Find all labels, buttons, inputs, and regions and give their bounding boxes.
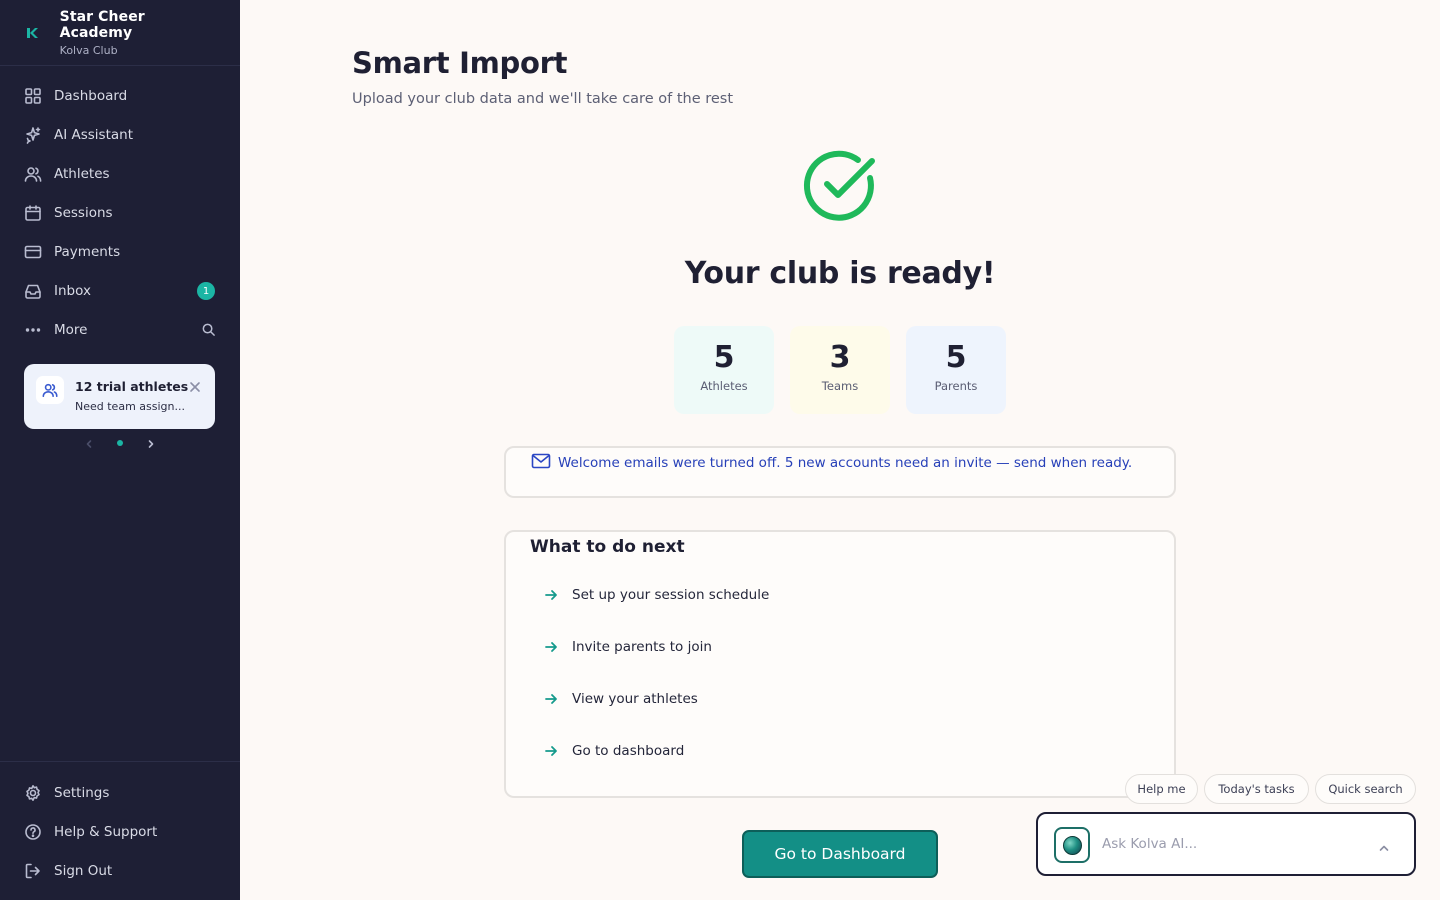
chip-help-me[interactable]: Help me [1125,774,1198,804]
calendar-icon [25,204,41,221]
carousel-prev-button[interactable] [84,434,94,453]
sidebar-item-settings[interactable]: Settings [0,773,240,812]
search-icon [202,323,215,336]
next-step-label: Invite parents to join [572,639,712,655]
club-subtitle: Kolva Club [59,43,118,57]
next-step-go-dashboard[interactable]: Go to dashboard [544,743,684,759]
users-icon [36,376,64,404]
card-carousel-controls [84,436,156,450]
success-check-icon [803,150,875,221]
trial-card-subtitle: Need team assign... [75,400,185,413]
sidebar-item-label: More [54,321,88,338]
ask-ai-input-box[interactable]: Ask Kolva AI... [1036,812,1416,876]
stat-card-teams: 3 Teams [790,326,890,414]
sidebar-item-athletes[interactable]: Athletes [0,154,240,193]
help-circle-icon [25,823,41,840]
carousel-dot-active[interactable] [117,440,123,446]
notice-text[interactable]: Welcome emails were turned off. 5 new ac… [558,455,1132,471]
stat-label: Athletes [700,379,748,393]
chip-todays-tasks[interactable]: Today's tasks [1204,774,1309,804]
brand-header[interactable]: Star Cheer Academy Kolva Club [0,0,240,66]
dashboard-grid-icon [25,87,41,104]
mail-icon [531,453,551,469]
chip-quick-search[interactable]: Quick search [1315,774,1416,804]
users-icon [24,166,42,182]
kolva-logo-icon [20,21,44,45]
stat-value: 5 [945,340,967,375]
next-steps-title: What to do next [530,537,685,557]
club-name: Star Cheer Academy [59,8,145,41]
sparkles-icon [26,126,41,144]
sidebar: Star Cheer Academy Kolva Club Dashboard … [0,0,240,900]
sidebar-item-sign-out[interactable]: Sign Out [0,851,240,890]
next-step-view-athletes[interactable]: View your athletes [544,691,698,707]
next-step-invite-parents[interactable]: Invite parents to join [544,639,712,655]
go-to-dashboard-button[interactable]: Go to Dashboard [742,830,938,878]
sidebar-item-sessions[interactable]: Sessions [0,193,240,232]
next-step-label: Set up your session schedule [572,587,770,603]
sidebar-item-help-support[interactable]: Help & Support [0,812,240,851]
sidebar-item-label: Help & Support [54,823,158,840]
stat-label: Parents [934,379,978,393]
page-subtitle: Upload your club data and we'll take car… [352,91,734,107]
close-trial-card-button[interactable] [189,378,201,392]
arrow-right-icon [545,642,557,652]
chevron-up-icon [1379,845,1389,851]
arrow-right-icon [545,694,557,704]
sidebar-item-more[interactable]: More [0,310,240,349]
carousel-next-button[interactable] [146,434,156,453]
more-dots-icon [25,327,41,332]
expand-assistant-button[interactable] [1378,839,1390,851]
arrow-right-icon [545,746,557,756]
next-steps-card: What to do next Set up your session sche… [504,530,1176,798]
chevron-left-icon [86,439,92,448]
stat-label: Teams [821,379,859,393]
page-title: Smart Import [352,46,568,80]
arrow-right-icon [545,590,557,600]
chevron-right-icon [148,439,154,448]
ask-ai-placeholder[interactable]: Ask Kolva AI... [1102,836,1197,852]
next-step-label: View your athletes [572,691,698,707]
next-step-session-schedule[interactable]: Set up your session schedule [544,587,769,603]
sidebar-nav: Dashboard AI Assistant Athletes Sessions… [0,66,240,349]
sidebar-item-label: Athletes [54,165,110,182]
welcome-email-notice: Welcome emails were turned off. 5 new ac… [504,446,1176,498]
next-step-label: Go to dashboard [572,743,685,759]
trial-athletes-card[interactable]: 12 trial athletes Need team assign... [24,364,215,429]
sidebar-item-ai-assistant[interactable]: AI Assistant [0,115,240,154]
close-icon [190,382,200,392]
sidebar-item-dashboard[interactable]: Dashboard [0,76,240,115]
sidebar-item-label: Settings [54,784,110,801]
gear-icon [26,784,40,801]
stat-card-athletes: 5 Athletes [674,326,774,414]
stat-value: 5 [713,340,735,375]
sign-out-icon [25,863,40,878]
trial-card-title: 12 trial athletes [75,379,189,394]
sidebar-item-label: AI Assistant [54,126,134,143]
ai-avatar-icon [1054,827,1090,863]
sidebar-bottom-nav: Settings Help & Support Sign Out [0,761,240,890]
stat-value: 3 [829,340,851,375]
stat-card-parents: 5 Parents [906,326,1006,414]
club-ready-heading: Your club is ready! [684,256,996,291]
sidebar-search-button[interactable] [201,322,216,337]
sidebar-item-label: Sign Out [54,862,113,879]
sidebar-item-label: Sessions [54,204,113,221]
sidebar-item-label: Dashboard [54,87,128,104]
